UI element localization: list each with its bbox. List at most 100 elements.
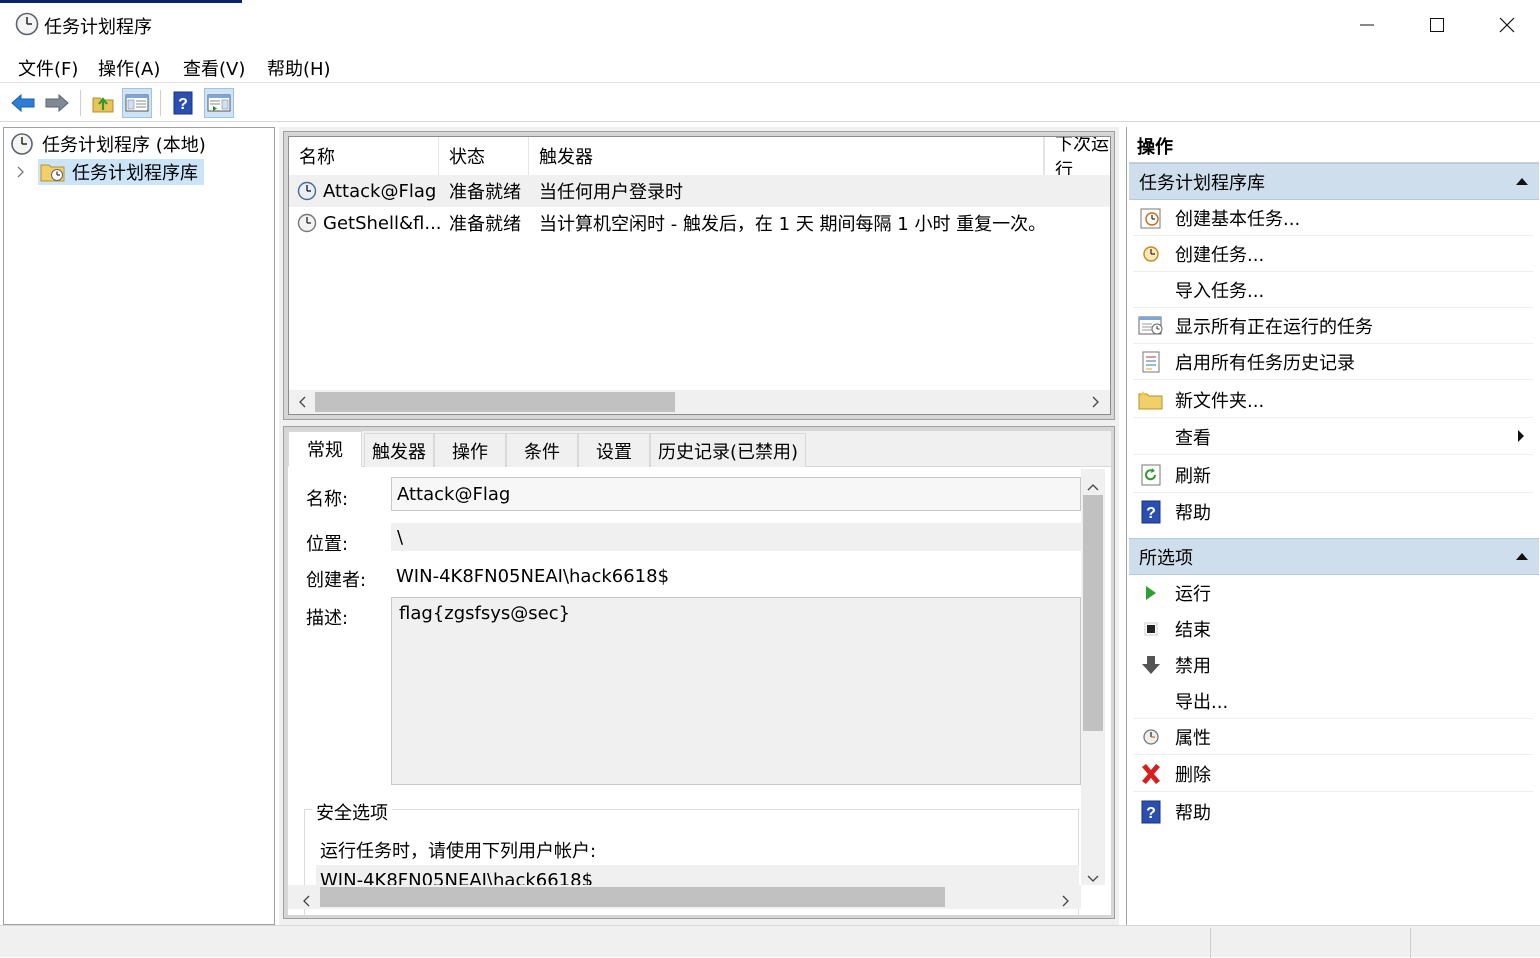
task-name: Attack@Flag (323, 180, 437, 202)
scroll-down-icon[interactable] (1087, 867, 1099, 888)
action-view[interactable]: 查看 (1133, 419, 1533, 455)
author-label: 创建者: (306, 570, 367, 591)
section-selected-item[interactable]: 所选项 (1129, 538, 1539, 575)
action-import-task[interactable]: 导入任务... (1133, 272, 1533, 308)
tab-general[interactable]: 常规 (288, 431, 362, 467)
window-title: 任务计划程序 (44, 17, 152, 38)
folder-clock-icon (40, 161, 66, 183)
action-pane-icon (207, 94, 231, 112)
column-header-trigger[interactable]: 触发器 (529, 137, 1044, 175)
detail-vscrollbar[interactable] (1081, 469, 1105, 885)
action-label: 刷新 (1175, 465, 1211, 487)
stop-icon (1137, 615, 1165, 643)
name-field[interactable]: Attack@Flag (391, 477, 1081, 511)
scroll-left-icon[interactable] (302, 891, 310, 912)
close-button[interactable] (1472, 0, 1540, 50)
action-label: 禁用 (1175, 656, 1211, 677)
action-disable[interactable]: 禁用 (1133, 647, 1533, 683)
action-show-running-tasks[interactable]: 显示所有正在运行的任务 (1133, 308, 1533, 344)
action-delete[interactable]: 删除 (1133, 756, 1533, 792)
maximize-button[interactable] (1402, 0, 1472, 50)
tab-conditions[interactable]: 条件 (506, 433, 578, 467)
task-trigger: 当任何用户登录时 (539, 182, 683, 203)
action-help[interactable]: ? 帮助 (1133, 794, 1533, 830)
help-button[interactable]: ? (168, 88, 198, 118)
section-library-title: 任务计划程序库 (1139, 172, 1265, 194)
action-enable-history[interactable]: 启用所有任务历史记录 (1133, 344, 1533, 380)
task-status: 准备就绪 (449, 182, 521, 203)
action-help[interactable]: ? 帮助 (1133, 494, 1533, 530)
column-header-name[interactable]: 名称 (289, 137, 439, 175)
action-label: 启用所有任务历史记录 (1175, 352, 1355, 374)
task-row[interactable]: Attack@Flag 准备就绪 当任何用户登录时 (289, 175, 1110, 207)
action-label: 运行 (1175, 584, 1211, 605)
properties-icon (1137, 723, 1165, 751)
title-bar: 任务计划程序 (0, 0, 1540, 50)
scroll-thumb[interactable] (320, 887, 945, 907)
task-name-cell: GetShell&fl... (297, 207, 442, 239)
action-label: 结束 (1175, 620, 1211, 641)
task-clock-icon (297, 181, 317, 201)
tree-item-library[interactable]: 任务计划程序库 (16, 159, 204, 185)
action-properties[interactable]: 属性 (1133, 719, 1533, 755)
collapse-up-icon[interactable] (1515, 177, 1529, 186)
scroll-thumb[interactable] (1083, 495, 1103, 731)
help-icon: ? (1137, 798, 1165, 826)
menu-view[interactable]: 查看(V) (183, 55, 245, 81)
action-label: 导入任务... (1175, 280, 1265, 302)
clock-icon (10, 132, 34, 156)
task-row[interactable]: GetShell&fl... 准备就绪 当计算机空闲时 - 触发后，在 1 天 … (289, 207, 1110, 239)
author-value: WIN-4K8FN05NEAI\hack6618$ (396, 566, 670, 587)
menu-action[interactable]: 操作(A) (98, 55, 160, 81)
action-new-folder[interactable]: 新文件夹... (1133, 382, 1533, 418)
tab-settings[interactable]: 设置 (578, 433, 650, 467)
action-label: 创建任务... (1175, 244, 1265, 266)
history-icon (1137, 348, 1165, 376)
action-create-task[interactable]: 创建任务... (1133, 236, 1533, 272)
tab-triggers[interactable]: 触发器 (364, 433, 434, 467)
description-field[interactable]: flag{zgsfsys@sec} (391, 597, 1081, 785)
svg-text:?: ? (178, 96, 188, 113)
scroll-right-icon[interactable] (1087, 393, 1105, 411)
scroll-left-icon[interactable] (293, 393, 311, 411)
location-field[interactable]: \ (391, 523, 1081, 551)
help-icon: ? (173, 91, 193, 115)
svg-text:?: ? (1146, 805, 1156, 822)
column-header-status[interactable]: 状态 (439, 137, 529, 175)
menu-help[interactable]: 帮助(H) (267, 55, 331, 81)
clock-icon (15, 12, 39, 41)
minimize-button[interactable] (1332, 0, 1402, 50)
tree-item-root[interactable]: 任务计划程序 (本地) (10, 131, 206, 157)
collapse-up-icon[interactable] (1515, 552, 1529, 561)
task-list-hscrollbar[interactable] (289, 390, 1110, 414)
scroll-up-icon[interactable] (1087, 475, 1099, 496)
action-export[interactable]: 导出... (1133, 683, 1533, 719)
task-name-cell: Attack@Flag (297, 175, 436, 207)
show-hide-action-pane-button[interactable] (204, 88, 234, 118)
running-tasks-icon (1137, 312, 1165, 340)
action-end[interactable]: 结束 (1133, 611, 1533, 647)
action-refresh[interactable]: 刷新 (1133, 457, 1533, 493)
run-as-prompt: 运行任务时，请使用下列用户帐户: (320, 841, 597, 862)
show-hide-console-tree-button[interactable] (122, 88, 152, 118)
up-folder-button[interactable] (88, 88, 118, 118)
action-run[interactable]: 运行 (1133, 575, 1533, 611)
title-accent (0, 0, 242, 3)
forward-button[interactable] (42, 88, 72, 118)
section-selected-title: 所选项 (1139, 547, 1193, 569)
tab-history[interactable]: 历史记录(已禁用) (650, 433, 806, 467)
run-icon (1137, 579, 1165, 607)
scroll-thumb[interactable] (315, 392, 675, 412)
section-library[interactable]: 任务计划程序库 (1129, 163, 1539, 200)
delete-icon (1137, 760, 1165, 788)
back-button[interactable] (8, 88, 38, 118)
detail-hscrollbar[interactable] (288, 885, 1081, 909)
chevron-right-icon[interactable] (16, 166, 30, 178)
action-create-basic-task[interactable]: 创建基本任务... (1133, 200, 1533, 236)
menu-file[interactable]: 文件(F) (18, 55, 78, 81)
tab-actions[interactable]: 操作 (434, 433, 506, 467)
scroll-right-icon[interactable] (1062, 891, 1070, 912)
create-task-icon (1137, 240, 1165, 268)
action-label: 新文件夹... (1175, 390, 1265, 412)
column-header-next-run[interactable]: 下次运行 (1044, 137, 1110, 181)
